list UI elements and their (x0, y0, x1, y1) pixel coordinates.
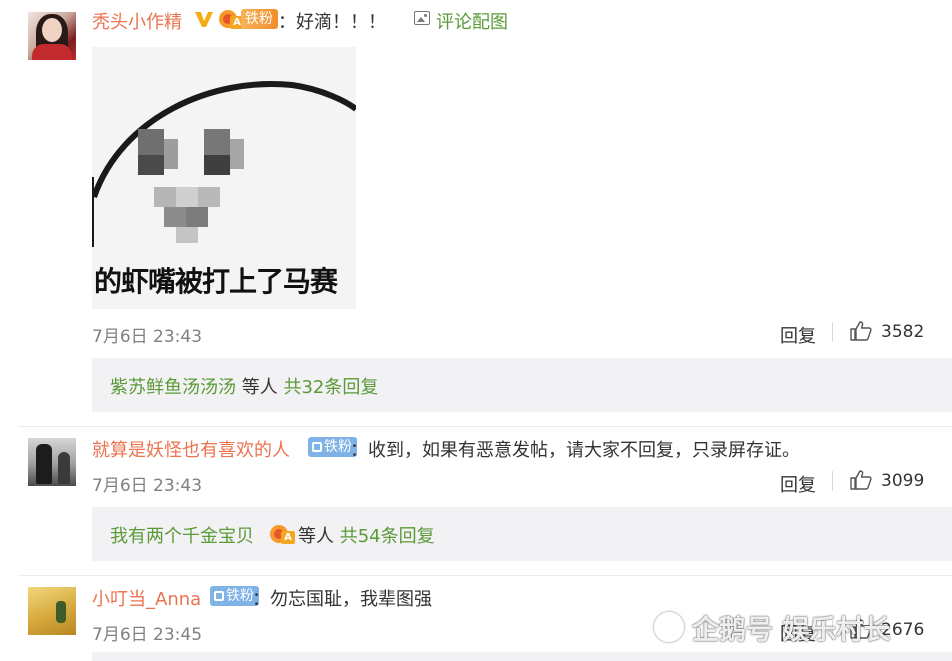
thumb-up-icon[interactable] (850, 470, 872, 490)
reply-thread-tail: 等人 共54条回复 (298, 522, 435, 548)
divider (18, 426, 952, 427)
reply-thread-text: 紫苏鲜鱼汤汤汤 等人 共32条回复 (110, 373, 378, 399)
reply-thread-mid: 等人 (298, 526, 340, 547)
reply-thread-count[interactable]: 共54条回复 (340, 526, 435, 547)
avatar-figure-2 (58, 452, 70, 484)
penguin-logo-icon (654, 612, 684, 642)
reply-thread-users[interactable]: 紫苏鲜鱼汤汤汤 (110, 377, 236, 398)
comment-image-link[interactable]: 评论配图 (436, 8, 508, 34)
image-icon (414, 11, 430, 25)
comment-text: ：好滴！！！ (278, 12, 386, 33)
reply-thread[interactable]: 我有两个千金宝贝 A 等人 共54条回复 (92, 507, 952, 561)
divider (18, 575, 952, 576)
fan-badge: 铁粉 (241, 9, 278, 29)
avatar[interactable] (28, 438, 76, 486)
action-divider (832, 322, 833, 342)
avatar[interactable] (28, 587, 76, 635)
reply-button[interactable]: 回复 (780, 471, 816, 497)
avatar-figure (56, 601, 66, 623)
username-link[interactable]: 小叮当_Anna (92, 585, 201, 611)
reply-thread-partial (92, 652, 952, 661)
comment-image[interactable]: 的虾嘴被打上了马赛 (92, 47, 356, 309)
crown-fan-icon: A (270, 523, 300, 545)
image-caption: 的虾嘴被打上了马赛 (94, 265, 338, 298)
avatar-figure (36, 444, 52, 484)
avatar-body (32, 44, 72, 60)
reply-thread-users[interactable]: 我有两个千金宝贝 (110, 526, 254, 547)
username-link[interactable]: 就算是妖怪也有喜欢的人 (92, 436, 290, 462)
like-count: 3582 (881, 322, 925, 342)
reply-thread-count[interactable]: 共32条回复 (283, 377, 378, 398)
comment-text: ：收到，如果有恶意发帖，请大家不回复，只录屏存证。 (350, 440, 800, 461)
avatar-face (42, 18, 62, 42)
reply-thread-text: 我有两个千金宝贝 (110, 522, 254, 548)
like-count: 3099 (881, 471, 925, 491)
reply-thread-mid: 等人 (236, 377, 284, 398)
comment-time: 7月6日 23:43 (92, 327, 203, 347)
verified-v-icon (195, 12, 213, 27)
reply-thread[interactable]: 紫苏鲜鱼汤汤汤 等人 共32条回复 (92, 358, 952, 412)
action-divider (832, 471, 833, 491)
avatar[interactable] (28, 12, 76, 60)
comment-time: 7月6日 23:43 (92, 476, 203, 496)
username-link[interactable]: 秃头小作精 (92, 8, 182, 34)
comment-time: 7月6日 23:45 (92, 625, 203, 645)
comment-text: ：勿忘国耻，我辈图强 (252, 589, 432, 610)
reply-button[interactable]: 回复 (780, 322, 816, 348)
thumb-up-icon[interactable] (850, 321, 872, 341)
watermark: 企鹅号 娱乐村长 (692, 615, 891, 646)
